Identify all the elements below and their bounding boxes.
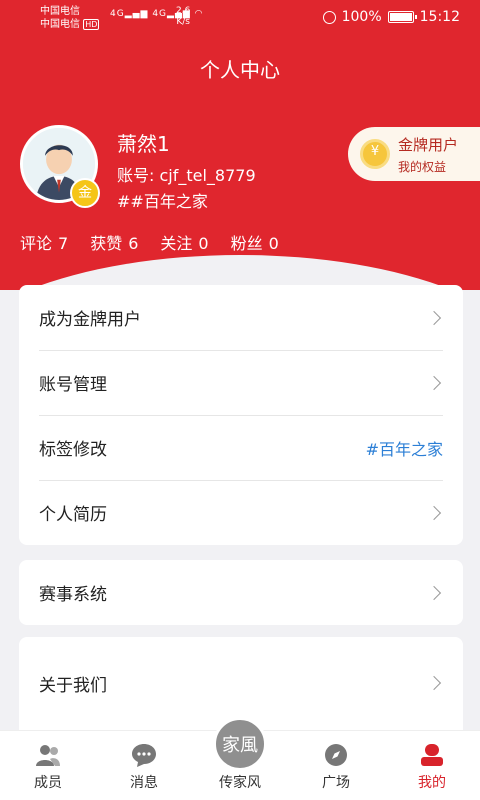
battery-icon xyxy=(387,11,417,23)
menu-account-management[interactable]: 账号管理 xyxy=(19,350,463,415)
family-tradition-icon: 家風 xyxy=(213,717,267,771)
gold-member-badge: 金 xyxy=(70,178,100,208)
stat-likes[interactable]: 获赞 6 xyxy=(90,230,138,254)
clock: 15:12 xyxy=(419,9,460,25)
chevron-right-icon xyxy=(426,310,442,325)
menu-edit-tag[interactable]: 标签修改 #百年之家 xyxy=(19,415,463,480)
nav-members[interactable]: 成员 xyxy=(0,731,96,800)
page-title: 个人中心 xyxy=(200,58,280,82)
events-card: 赛事系统 xyxy=(19,560,463,625)
menu-event-system[interactable]: 赛事系统 xyxy=(19,560,463,625)
nav-mine[interactable]: 我的 xyxy=(384,731,480,800)
chevron-right-icon xyxy=(426,505,442,520)
carrier-2: 中国电信 xyxy=(40,19,80,30)
bottom-nav: 成员 消息 家風 传家风 广场 我的 xyxy=(0,717,480,800)
vip-subtitle: 我的权益 xyxy=(398,159,447,174)
vip-title: 金牌用户 xyxy=(398,135,459,154)
gold-coin-icon xyxy=(360,139,390,169)
stat-following[interactable]: 关注 0 xyxy=(160,230,208,254)
network-speed: 2.6 K/s xyxy=(176,6,191,27)
carrier-1: 中国电信 xyxy=(40,6,80,17)
chevron-right-icon xyxy=(426,675,442,691)
message-icon xyxy=(131,742,157,768)
compass-icon xyxy=(323,742,349,768)
stat-comments[interactable]: 评论 7 xyxy=(20,230,68,254)
status-bar: 中国电信 中国电信 HD 4G▂▄▆ 4G▂▄▆ ◠ 2.6 K/s 100% … xyxy=(0,0,480,36)
nav-family-tradition[interactable]: 家風 传家风 xyxy=(192,717,288,800)
carrier-info: 中国电信 中国电信 HD xyxy=(40,5,100,31)
nav-messages[interactable]: 消息 xyxy=(96,731,192,800)
stat-followers[interactable]: 粉丝 0 xyxy=(231,230,279,254)
menu-about-us[interactable]: 关于我们 xyxy=(19,637,463,729)
battery-percent: 100% xyxy=(341,9,382,25)
chevron-right-icon xyxy=(426,375,442,390)
hd-badge: HD xyxy=(83,19,100,30)
nav-square[interactable]: 广场 xyxy=(288,731,384,800)
alarm-icon xyxy=(322,10,336,24)
user-tag: ##百年之家 xyxy=(117,192,208,211)
chevron-right-icon xyxy=(426,585,442,600)
menu-become-gold-member[interactable]: 成为金牌用户 xyxy=(19,285,463,350)
current-tag-value: #百年之家 xyxy=(365,439,443,459)
username: 萧然1 xyxy=(117,132,170,156)
account-id: 账号: cjf_tel_8779 xyxy=(117,166,256,185)
profile-icon xyxy=(419,742,445,768)
members-icon xyxy=(35,742,61,768)
vip-benefits-button[interactable]: 金牌用户 我的权益 xyxy=(348,127,480,181)
menu-resume[interactable]: 个人简历 xyxy=(19,480,463,545)
user-stats: 评论 7 获赞 6 关注 0 粉丝 0 xyxy=(20,230,279,254)
settings-card: 成为金牌用户 账号管理 标签修改 #百年之家 个人简历 xyxy=(19,285,463,545)
